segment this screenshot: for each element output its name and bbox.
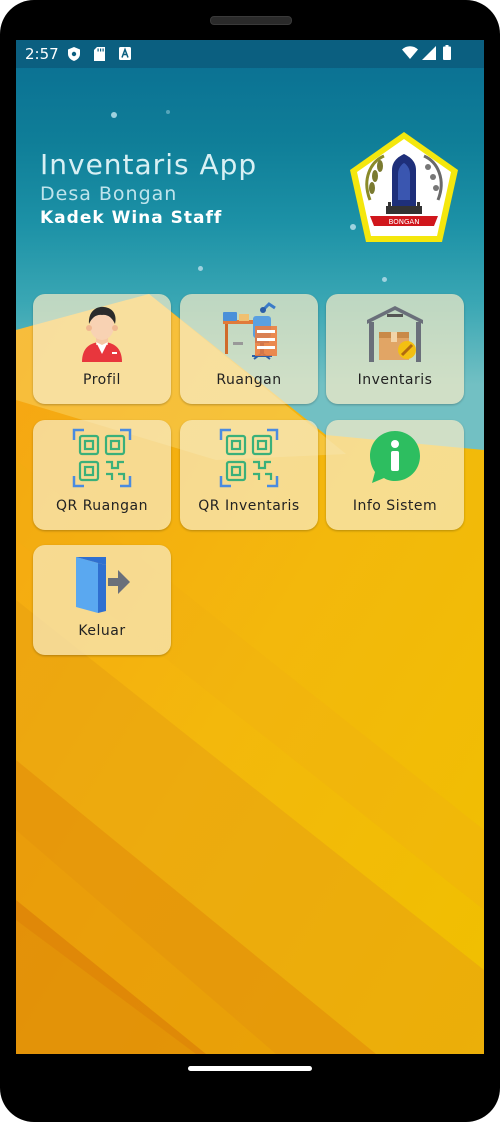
room-icon xyxy=(223,302,277,360)
logo-text: BONGAN xyxy=(389,218,420,226)
status-time: 2:57 xyxy=(25,45,59,63)
app-title: Inventaris App xyxy=(40,148,258,181)
menu-card-profil[interactable]: Profil xyxy=(33,294,171,404)
decor-dot xyxy=(382,277,387,282)
battery-icon xyxy=(443,45,451,60)
menu-card-keluar[interactable]: Keluar xyxy=(33,545,171,655)
menu-card-ruangan[interactable]: Ruangan xyxy=(180,294,318,404)
menu-label: Keluar xyxy=(78,623,126,639)
menu-label: Ruangan xyxy=(216,372,282,388)
menu-label: Inventaris xyxy=(357,372,433,388)
user-name: Kadek Wina Staff xyxy=(40,208,223,228)
menu-card-qr-ruangan[interactable]: QR Ruangan xyxy=(33,420,171,530)
menu-card-inventaris[interactable]: Inventaris xyxy=(326,294,464,404)
wifi-icon xyxy=(402,46,418,59)
info-icon xyxy=(370,431,420,483)
village-emblem-logo: BONGAN xyxy=(350,132,458,242)
menu-label: QR Inventaris xyxy=(198,498,300,514)
warehouse-icon xyxy=(367,306,423,362)
app-header: Inventaris App Desa Bongan Kadek Wina St… xyxy=(40,148,257,230)
logout-icon xyxy=(76,557,130,613)
menu-label: Profil xyxy=(83,372,121,388)
menu-card-qr-inventaris[interactable]: QR Inventaris xyxy=(180,420,318,530)
menu-label: Info Sistem xyxy=(352,498,438,514)
status-bar: 2:57 xyxy=(16,40,484,68)
menu-card-info-sistem[interactable]: Info Sistem xyxy=(326,420,464,530)
phone-frame: 2:57 Inventaris App Desa Bongan Kadek Wi… xyxy=(0,0,500,1122)
qr-code-icon xyxy=(219,428,279,488)
qr-code-icon xyxy=(72,428,132,488)
gesture-home-bar[interactable] xyxy=(188,1066,312,1071)
person-icon xyxy=(82,306,122,362)
earpiece-speaker xyxy=(210,16,292,25)
decor-dot xyxy=(198,266,203,271)
decor-dot xyxy=(166,110,170,114)
notification-a-icon xyxy=(119,47,131,60)
app-subtitle: Desa Bongan xyxy=(40,183,178,205)
app-screen: 2:57 Inventaris App Desa Bongan Kadek Wi… xyxy=(16,40,484,1054)
signal-icon xyxy=(422,46,436,60)
shield-icon xyxy=(68,47,80,61)
sd-card-icon xyxy=(94,47,105,61)
menu-label: QR Ruangan xyxy=(56,498,148,514)
decor-dot xyxy=(111,112,117,118)
